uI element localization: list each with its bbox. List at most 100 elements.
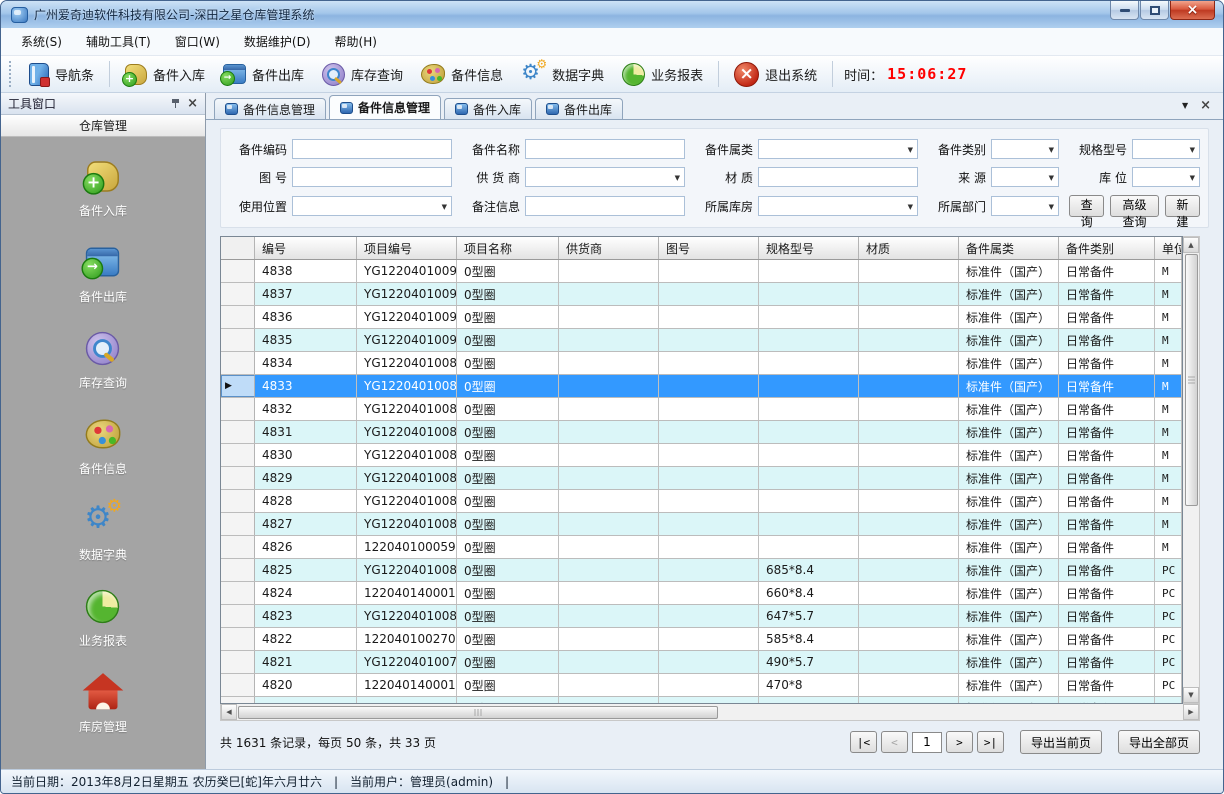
column-header-project_name[interactable]: 项目名称	[457, 237, 559, 259]
advanced-query-button[interactable]: 高级查询	[1110, 195, 1159, 217]
table-row[interactable]: 4837YG122040100920型圈标准件（国产）日常备件M	[221, 283, 1182, 306]
toolbar-grip-handle[interactable]	[9, 61, 14, 87]
tab-list-chevron-down-icon[interactable]: ▼	[1182, 101, 1188, 110]
new-button[interactable]: 新建	[1165, 195, 1200, 217]
tab-item[interactable]: 备件出库	[535, 98, 623, 119]
column-header-category[interactable]: 备件属类	[959, 237, 1059, 259]
vertical-scrollbar-thumb[interactable]	[1185, 254, 1198, 506]
export-all-pages-button[interactable]: 导出全部页	[1118, 730, 1200, 754]
form-text-input[interactable]	[758, 167, 918, 187]
toolbar-button[interactable]: 数据字典	[513, 59, 612, 89]
tab-active[interactable]: 备件信息管理	[329, 95, 441, 119]
form-dropdown[interactable]: ▼	[1132, 167, 1200, 187]
sidebar-item[interactable]: 库存查询	[79, 329, 127, 391]
sidebar-item[interactable]: 备件入库	[79, 157, 127, 219]
toolbar-button[interactable]: 备件入库	[117, 61, 213, 88]
toolbar-button[interactable]: 备件信息	[413, 61, 511, 87]
sidebar-item[interactable]: 库房管理	[79, 673, 127, 735]
first-page-button[interactable]: |<	[850, 731, 877, 753]
query-button[interactable]: 查询	[1069, 195, 1104, 217]
table-row[interactable]: 4832YG122040100870型圈标准件（国产）日常备件M	[221, 398, 1182, 421]
menu-item[interactable]: 数据维护(D)	[232, 28, 323, 55]
cell-type: 日常备件	[1059, 628, 1155, 650]
form-dropdown[interactable]: ▼	[292, 196, 452, 216]
form-dropdown[interactable]: ▼	[991, 139, 1059, 159]
form-dropdown[interactable]: ▼	[525, 167, 685, 187]
tab-item[interactable]: 备件入库	[444, 98, 532, 119]
table-row[interactable]: 4823YG122040100800型圈647*5.7标准件（国产）日常备件PC	[221, 605, 1182, 628]
scroll-down-icon[interactable]: ▼	[1183, 687, 1199, 703]
column-header-type[interactable]: 备件类别	[1059, 237, 1155, 259]
prev-page-button[interactable]: <	[881, 731, 908, 753]
form-dropdown[interactable]: ▼	[758, 139, 918, 159]
toolbar-button[interactable]: 退出系统	[726, 59, 825, 90]
table-row[interactable]: ▶4833YG122040100880型圈标准件（国产）日常备件M	[221, 375, 1182, 398]
table-row[interactable]: 4834YG122040100890型圈标准件（国产）日常备件M	[221, 352, 1182, 375]
sidebar-item-icon-box	[81, 329, 125, 367]
sidebar-item[interactable]: 业务报表	[79, 587, 127, 649]
toolbar-button[interactable]: 业务报表	[614, 60, 711, 89]
column-header-project_no[interactable]: 项目编号	[357, 237, 457, 259]
maximize-button[interactable]	[1140, 1, 1169, 20]
toolbar-button[interactable]: 库存查询	[314, 60, 411, 89]
form-text-input[interactable]	[292, 139, 452, 159]
sidebar-section-header[interactable]: 仓库管理	[1, 115, 205, 137]
sidebar-item[interactable]: 数据字典	[79, 501, 127, 563]
table-row[interactable]: 4825YG122040100810型圈685*8.4标准件（国产）日常备件PC	[221, 559, 1182, 582]
tool-window-close-icon[interactable]: ×	[187, 98, 198, 109]
table-row[interactable]: 4829YG122040100840型圈标准件（国产）日常备件M	[221, 467, 1182, 490]
table-row[interactable]: 0型圈标准件（国产）日常备件	[221, 697, 1182, 704]
pin-icon[interactable]	[171, 98, 181, 109]
sidebar-item[interactable]: 备件出库	[79, 243, 127, 305]
form-text-input[interactable]	[525, 196, 685, 216]
scroll-left-icon[interactable]: ◀	[221, 704, 237, 720]
sidebar-item[interactable]: 备件信息	[79, 415, 127, 477]
column-header-material[interactable]: 材质	[859, 237, 959, 259]
toolbar-button[interactable]: 备件出库	[215, 61, 312, 87]
table-row[interactable]: 4827YG122040100820型圈标准件（国产）日常备件M	[221, 513, 1182, 536]
toolbar-button[interactable]: 导航条	[21, 60, 102, 89]
scroll-right-icon[interactable]: ▶	[1183, 704, 1199, 720]
table-row[interactable]: 482412204014000120型圈660*8.4标准件（国产）日常备件PC	[221, 582, 1182, 605]
tab-item[interactable]: 备件信息管理	[214, 98, 326, 119]
column-header-id[interactable]: 编号	[255, 237, 357, 259]
table-row[interactable]: 482212204010027000型圈585*8.4标准件（国产）日常备件PC	[221, 628, 1182, 651]
table-row[interactable]: 4838YG122040100930型圈标准件（国产）日常备件M	[221, 260, 1182, 283]
table-row[interactable]: 4830YG122040100850型圈标准件（国产）日常备件M	[221, 444, 1182, 467]
close-button[interactable]: ×	[1170, 1, 1215, 20]
form-dropdown[interactable]: ▼	[1132, 139, 1200, 159]
form-text-input[interactable]	[525, 139, 685, 159]
menu-item[interactable]: 辅助工具(T)	[74, 28, 163, 55]
table-row[interactable]: 482612204010005990型圈标准件（国产）日常备件M	[221, 536, 1182, 559]
form-dropdown[interactable]: ▼	[991, 196, 1059, 216]
vertical-scrollbar[interactable]: ▲ ▼	[1183, 236, 1200, 704]
table-row[interactable]: 4835YG122040100900型圈标准件（国产）日常备件M	[221, 329, 1182, 352]
column-header-supplier[interactable]: 供货商	[559, 237, 659, 259]
menu-item[interactable]: 系统(S)	[9, 28, 74, 55]
horizontal-scrollbar[interactable]: ◀ ▶	[220, 704, 1200, 721]
last-page-button[interactable]: >|	[977, 731, 1004, 753]
column-header-drawing_no[interactable]: 图号	[659, 237, 759, 259]
menu-item[interactable]: 帮助(H)	[323, 28, 389, 55]
menu-item[interactable]: 窗口(W)	[163, 28, 232, 55]
table-row[interactable]: 4828YG122040100830型圈标准件（国产）日常备件M	[221, 490, 1182, 513]
page-number-input[interactable]	[912, 732, 942, 753]
export-current-page-button[interactable]: 导出当前页	[1020, 730, 1102, 754]
tab-close-icon[interactable]: ×	[1200, 100, 1211, 111]
table-row[interactable]: 4831YG122040100860型圈标准件（国产）日常备件M	[221, 421, 1182, 444]
form-text-input[interactable]	[292, 167, 452, 187]
field-label: 规格型号	[1069, 141, 1127, 158]
field-label: 备注信息	[462, 198, 520, 215]
form-dropdown[interactable]: ▼	[758, 196, 918, 216]
column-header-unit[interactable]: 单位	[1155, 237, 1182, 259]
form-dropdown[interactable]: ▼	[991, 167, 1059, 187]
next-page-button[interactable]: >	[946, 731, 973, 753]
minimize-button[interactable]	[1110, 1, 1139, 20]
tab-label: 备件出库	[564, 101, 612, 118]
table-row[interactable]: 4821YG122040100790型圈490*5.7标准件（国产）日常备件PC	[221, 651, 1182, 674]
column-header-spec[interactable]: 规格型号	[759, 237, 859, 259]
table-row[interactable]: 482012204014000130型圈470*8标准件（国产）日常备件PC	[221, 674, 1182, 697]
scroll-up-icon[interactable]: ▲	[1183, 237, 1199, 253]
table-row[interactable]: 4836YG122040100910型圈标准件（国产）日常备件M	[221, 306, 1182, 329]
horizontal-scrollbar-thumb[interactable]	[238, 706, 718, 719]
